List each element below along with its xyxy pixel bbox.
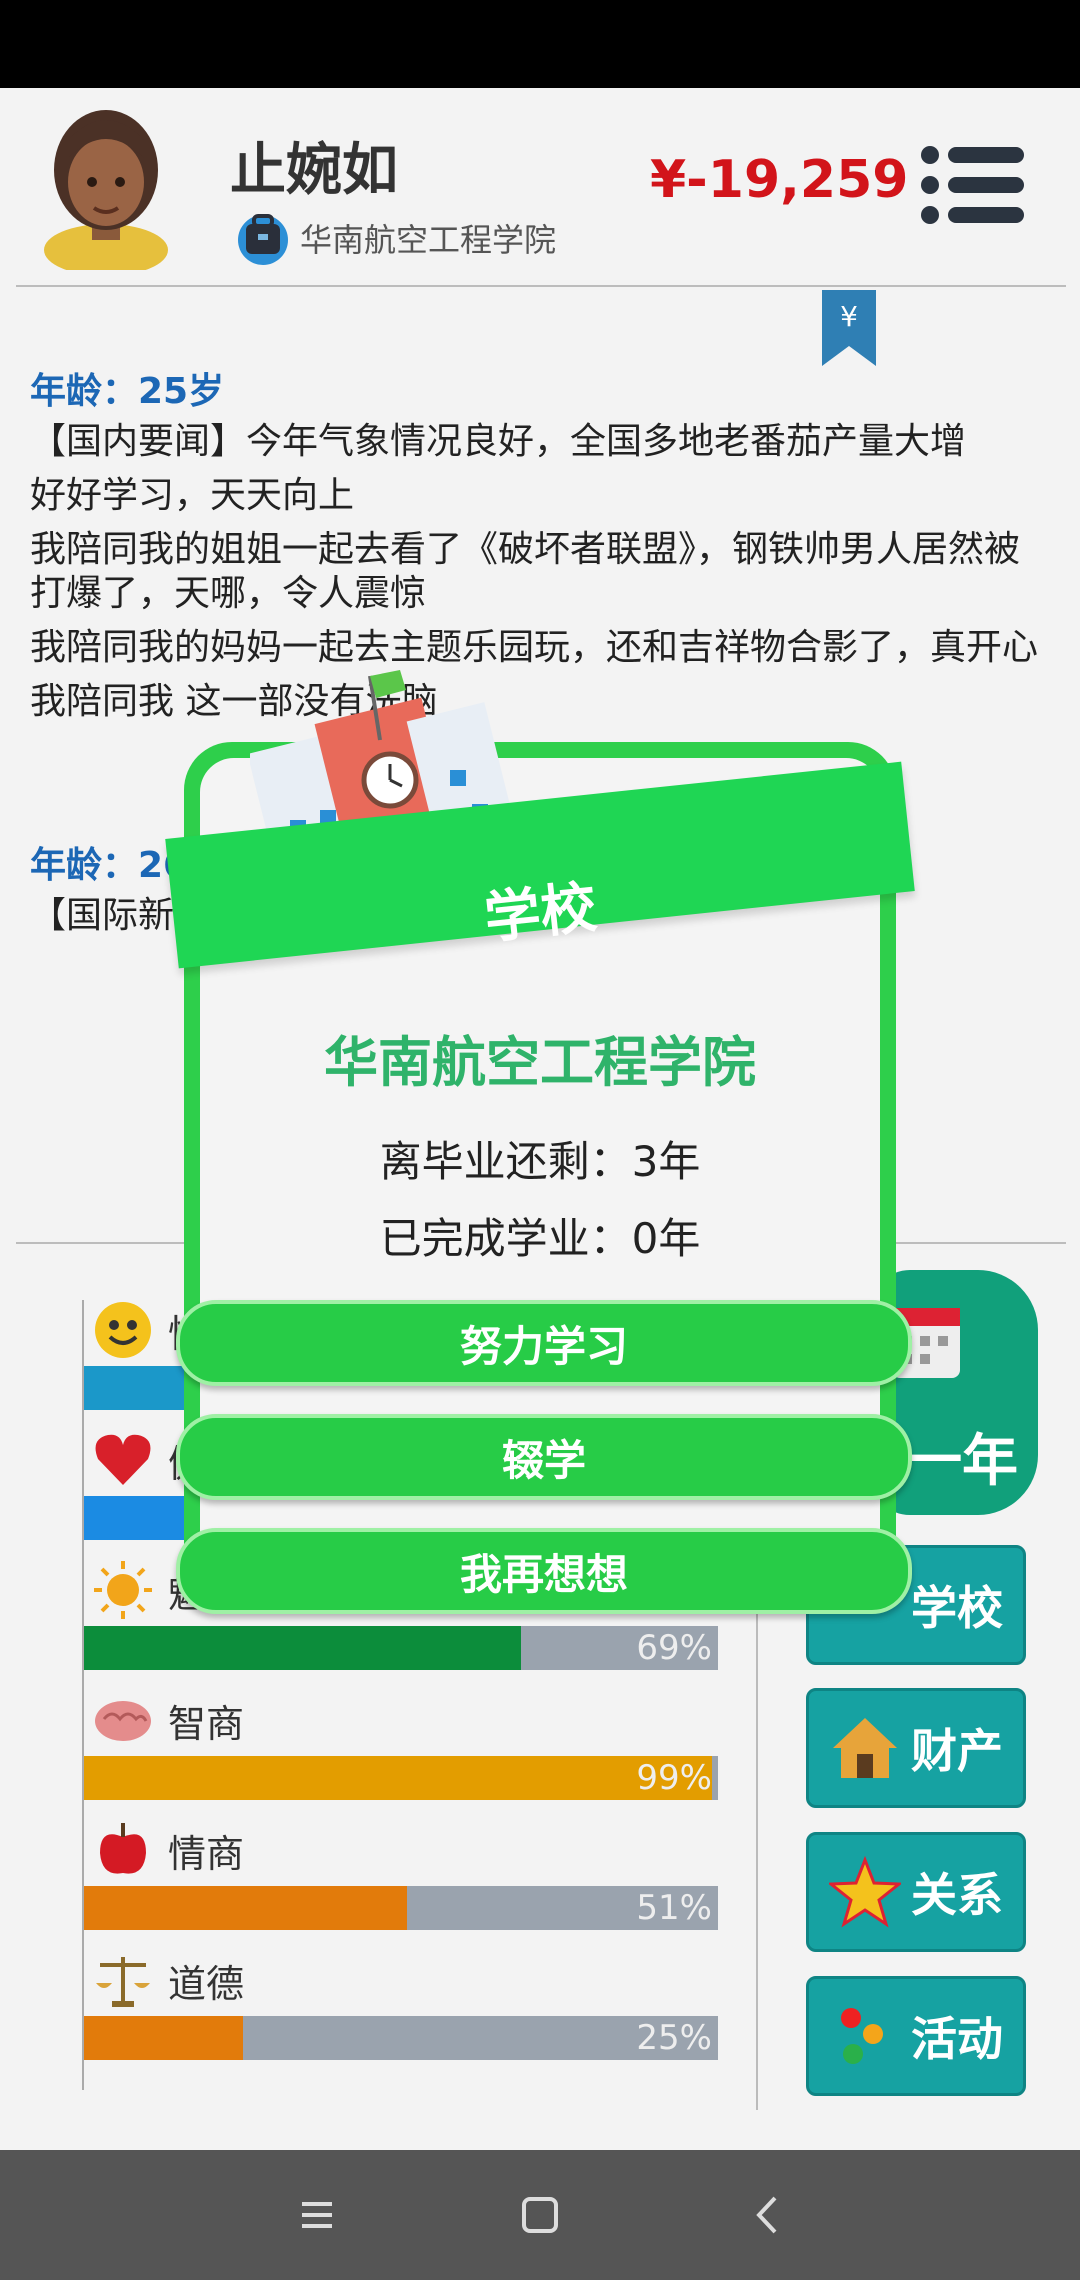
- menu-icon[interactable]: [920, 145, 1025, 225]
- stat-label: 智商: [168, 1701, 245, 1746]
- stat-fill: [84, 2016, 243, 2060]
- stat-fill: [84, 1756, 712, 1800]
- school-label: 华南航空工程学院: [300, 221, 557, 259]
- apple-icon: [100, 1823, 146, 1874]
- brain-icon: [95, 1701, 151, 1741]
- smile-icon: [95, 1302, 151, 1358]
- stat-bar: 99%: [84, 1756, 718, 1800]
- news-item: 我陪同我的妈妈一起去主题乐园玩，还和吉祥物合影了，真开心: [30, 627, 1039, 668]
- school-row: 华南航空工程学院: [236, 210, 556, 266]
- svg-text:¥: ¥: [840, 300, 858, 333]
- stat-fill: [84, 1626, 522, 1670]
- stat-bar: 25%: [84, 2016, 718, 2060]
- news-item: 【国内要闻】今年气象情况良好，全国多地老番茄产量大增: [30, 421, 967, 462]
- star-icon: [829, 1856, 901, 1928]
- age-label: 年龄：25岁: [30, 371, 225, 412]
- think-again-button[interactable]: 我再想想: [176, 1528, 912, 1614]
- player-name: 止婉如: [230, 138, 398, 203]
- back-icon[interactable]: [743, 2190, 793, 2240]
- relation-button[interactable]: 关系: [806, 1832, 1026, 1952]
- home-icon[interactable]: [515, 2190, 565, 2240]
- status-bar: [0, 0, 1080, 88]
- stat-percent: 69%: [636, 1628, 712, 1668]
- stat-fill: [84, 1886, 408, 1930]
- stat-morality: 道德 25%: [84, 1950, 724, 2060]
- sun-icon: [94, 1561, 152, 1619]
- dialog-school-name: 华南航空工程学院: [324, 1031, 756, 1094]
- stat-bar: 51%: [84, 1886, 718, 1930]
- scale-icon: [96, 1957, 150, 2007]
- stat-label: 情商: [168, 1831, 245, 1876]
- activity-button[interactable]: 活动: [806, 1976, 1026, 2096]
- remaining-years: 离毕业还剩：3年: [379, 1137, 701, 1186]
- news-item: 我陪同我的姐姐一起去看了《破坏者联盟》，钢铁帅男人居然被打爆了，天哪，令人震惊: [30, 529, 1021, 614]
- bookmark-icon[interactable]: ¥: [822, 290, 876, 366]
- header-divider: [16, 285, 1066, 287]
- house-icon: [833, 1718, 897, 1778]
- activity-icon: [841, 2008, 883, 2064]
- drop-out-button[interactable]: 辍学: [176, 1414, 912, 1500]
- bag-icon: [238, 214, 288, 265]
- next-year-label: 一年: [906, 1429, 1018, 1494]
- stat-label: 道德: [168, 1961, 245, 2006]
- stat-iq: 智商 99%: [84, 1690, 724, 1800]
- stat-eq: 情商 51%: [84, 1820, 724, 1930]
- heart-icon: [95, 1434, 151, 1485]
- news-item: 我陪同我 这一部没有洗脑: [30, 681, 438, 722]
- stat-bar: 69%: [84, 1626, 718, 1670]
- stat-percent: 25%: [636, 2018, 712, 2058]
- recent-apps-icon[interactable]: [292, 2190, 342, 2240]
- money-balance: ¥-19,259: [650, 150, 909, 210]
- property-button[interactable]: 财产: [806, 1688, 1026, 1808]
- study-hard-button[interactable]: 努力学习: [176, 1300, 912, 1386]
- news-item: 好好学习，天天向上: [30, 475, 355, 516]
- avatar[interactable]: [36, 100, 176, 270]
- completed-years: 已完成学业：0年: [379, 1214, 701, 1263]
- stat-percent: 99%: [636, 1758, 712, 1798]
- stat-percent: 51%: [636, 1888, 712, 1928]
